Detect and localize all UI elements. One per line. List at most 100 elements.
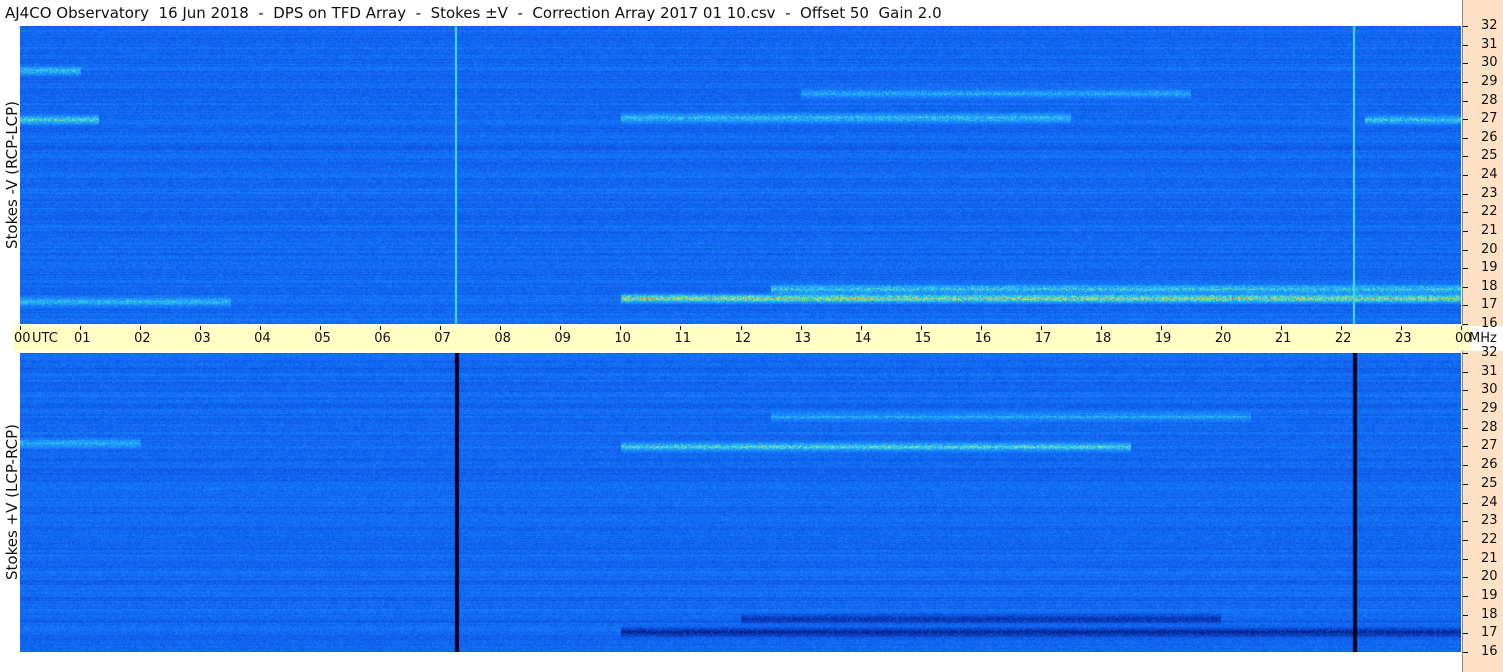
time-tick-label: 06: [374, 331, 391, 346]
time-tick-label: 23: [1394, 331, 1412, 346]
freq-tick-label: 28: [1481, 93, 1498, 108]
stokes-minus-v-heatmap: [20, 26, 1461, 324]
time-tick-label: 10: [614, 331, 631, 346]
time-tick-label: 02: [134, 331, 151, 346]
freq-tick-label: 16: [1481, 644, 1498, 659]
time-tick-mark: [920, 326, 922, 330]
time-tick-mark: [260, 326, 262, 330]
time-tick-label: 17: [1034, 331, 1052, 346]
freq-tick-mark: [1463, 559, 1468, 560]
freq-tick-mark: [1463, 390, 1468, 391]
freq-tick-label: 27: [1481, 438, 1498, 453]
time-tick-label: 12: [734, 331, 752, 346]
freq-tick-label: 17: [1481, 297, 1498, 312]
freq-tick-mark: [1463, 372, 1468, 373]
time-tick-mark: [620, 326, 622, 330]
freq-tick-label: 25: [1481, 476, 1498, 491]
freq-tick-label: 32: [1481, 18, 1498, 33]
freq-tick-label: 21: [1481, 223, 1498, 238]
freq-tick-label: 20: [1481, 569, 1498, 584]
time-tick-mark: [860, 326, 862, 330]
freq-tick-mark: [1463, 428, 1468, 429]
freq-tick-label: 31: [1481, 37, 1498, 52]
freq-tick-mark: [1463, 596, 1468, 597]
time-tick-mark: [320, 326, 322, 330]
time-tick-label: 21: [1274, 331, 1292, 346]
freq-tick-label: 21: [1481, 551, 1498, 566]
freq-tick-mark: [1463, 521, 1468, 522]
freq-tick-mark: [1463, 503, 1468, 504]
freq-tick-label: 18: [1481, 607, 1498, 622]
freq-tick-label: 23: [1481, 186, 1498, 201]
time-tick-label: 00: [14, 331, 31, 346]
time-tick-label: 19: [1154, 331, 1172, 346]
freq-tick-mark: [1463, 652, 1468, 653]
freq-tick-mark: [1463, 101, 1468, 102]
time-tick-label: 07: [434, 331, 451, 346]
freq-tick-label: 29: [1481, 74, 1498, 89]
time-tick-label: 18: [1094, 331, 1112, 346]
freq-tick-label: 26: [1481, 130, 1498, 145]
stokes-minus-v-spectrogram: [20, 26, 1461, 324]
bottom-frequency-axis: 32 31 30 29 28 27 26 25 24 23 22 21 20 19 18 17 16: [1462, 346, 1503, 672]
freq-tick-label: 24: [1481, 167, 1498, 182]
freq-tick-label: 22: [1481, 532, 1498, 547]
freq-tick-mark: [1463, 633, 1468, 634]
freq-tick-label: 29: [1481, 401, 1498, 416]
freq-tick-label: 26: [1481, 457, 1498, 472]
freq-tick-mark: [1463, 250, 1468, 251]
freq-tick-label: 22: [1481, 204, 1498, 219]
time-tick-label: 08: [494, 331, 511, 346]
freq-tick-label: 27: [1481, 111, 1498, 126]
time-tick-mark: [1040, 326, 1042, 330]
time-tick-mark: [1160, 326, 1162, 330]
freq-tick-mark: [1463, 194, 1468, 195]
freq-tick-mark: [1463, 446, 1468, 447]
freq-tick-mark: [1463, 175, 1468, 176]
freq-tick-label: 31: [1481, 364, 1498, 379]
time-tick-label: 09: [554, 331, 571, 346]
freq-tick-mark: [1463, 63, 1468, 64]
freq-tick-mark: [1463, 287, 1468, 288]
freq-tick-label: 23: [1481, 513, 1498, 528]
freq-tick-mark: [1463, 26, 1468, 27]
freq-tick-label: 25: [1481, 148, 1498, 163]
freq-tick-mark: [1463, 465, 1468, 466]
time-tick-mark: [1220, 326, 1222, 330]
bottom-panel-y-axis-label: Stokes +V (LCP-RCP): [3, 424, 21, 580]
time-tick-label: 05: [314, 331, 331, 346]
freq-tick-mark: [1463, 353, 1468, 354]
freq-tick-mark: [1463, 268, 1468, 269]
freq-tick-mark: [1463, 212, 1468, 213]
time-tick-mark: [380, 326, 382, 330]
stokes-plus-v-heatmap: [20, 353, 1461, 652]
freq-tick-mark: [1463, 324, 1468, 325]
time-tick-mark: [440, 326, 442, 330]
mhz-unit-label: MHz: [1469, 331, 1497, 346]
time-tick-mark: [1280, 326, 1282, 330]
stokes-plus-v-spectrogram: [20, 353, 1461, 652]
time-tick-label: 11: [674, 331, 691, 346]
freq-tick-mark: [1463, 156, 1468, 157]
time-tick-mark: [800, 326, 802, 330]
time-tick-mark: [140, 326, 142, 330]
chart-title: AJ4CO Observatory 16 Jun 2018 - DPS on T…: [5, 4, 942, 22]
freq-tick-label: 28: [1481, 420, 1498, 435]
time-tick-mark: [500, 326, 502, 330]
time-tick-mark: [1461, 326, 1462, 330]
freq-tick-label: 30: [1481, 55, 1498, 70]
time-tick-mark: [740, 326, 742, 330]
freq-tick-label: 17: [1481, 625, 1498, 640]
time-tick-label: 15: [914, 331, 932, 346]
freq-tick-mark: [1463, 45, 1468, 46]
freq-tick-label: 30: [1481, 382, 1498, 397]
time-tick-mark: [680, 326, 682, 330]
top-frequency-axis: 32 31 30 29 28 27 26 25 24 23 22 21 20 19 18 17 16: [1462, 0, 1503, 331]
freq-tick-label: 24: [1481, 495, 1498, 510]
utc-time-axis: 00 UTC 01 02 03 04 05 06 07 08 09 10 11 12 13 14 15 16 17 1…: [13, 326, 1497, 351]
freq-tick-label: 20: [1481, 242, 1498, 257]
freq-tick-mark: [1463, 577, 1468, 578]
freq-tick-mark: [1463, 540, 1468, 541]
time-tick-label: 01: [74, 331, 91, 346]
freq-tick-mark: [1463, 82, 1468, 83]
